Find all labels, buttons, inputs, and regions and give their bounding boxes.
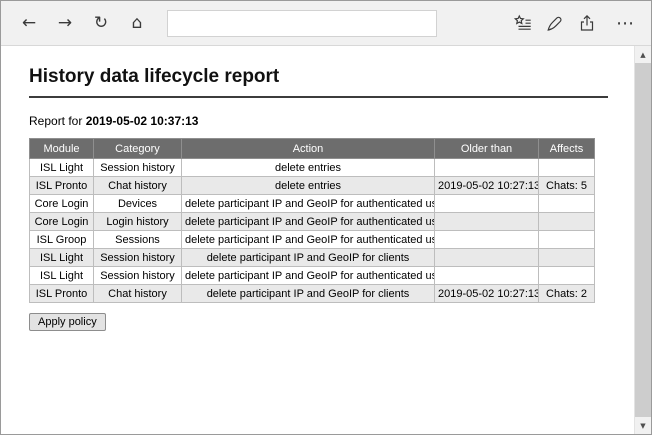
scrollbar-thumb[interactable]: [635, 63, 651, 417]
table-row: Core LoginDevicesdelete participant IP a…: [30, 195, 595, 213]
home-icon[interactable]: ⌂: [119, 7, 155, 39]
table-cell: 2019-05-02 10:27:13: [435, 177, 539, 195]
scroll-up-arrow-icon[interactable]: ▲: [635, 46, 651, 63]
table-cell: Chat history: [94, 285, 182, 303]
forward-button[interactable]: →: [47, 7, 83, 39]
table-cell: Session history: [94, 249, 182, 267]
table-row: ISL LightSession historydelete participa…: [30, 249, 595, 267]
table-cell: Core Login: [30, 213, 94, 231]
table-cell: [435, 249, 539, 267]
back-button[interactable]: ←: [11, 7, 47, 39]
table-row: ISL LightSession historydelete participa…: [30, 267, 595, 285]
table-row: Core LoginLogin historydelete participan…: [30, 213, 595, 231]
table-cell: delete participant IP and GeoIP for auth…: [182, 231, 435, 249]
report-timestamp-line: Report for 2019-05-02 10:37:13: [29, 114, 620, 128]
table-cell: delete participant IP and GeoIP for auth…: [182, 195, 435, 213]
table-cell: Chats: 2: [539, 285, 595, 303]
table-cell: Sessions: [94, 231, 182, 249]
table-cell: ISL Pronto: [30, 177, 94, 195]
browser-toolbar: ← → ↻ ⌂ ⋯: [1, 1, 651, 46]
url-input[interactable]: [168, 15, 436, 31]
table-cell: Devices: [94, 195, 182, 213]
table-cell: Core Login: [30, 195, 94, 213]
table-cell: Session history: [94, 159, 182, 177]
table-cell: delete participant IP and GeoIP for clie…: [182, 285, 435, 303]
column-header: Affects: [539, 139, 595, 159]
table-cell: [435, 159, 539, 177]
column-header: Action: [182, 139, 435, 159]
table-row: ISL LightSession historydelete entries: [30, 159, 595, 177]
table-body: ISL LightSession historydelete entriesIS…: [30, 159, 595, 303]
address-bar: [167, 10, 437, 37]
column-header: Older than: [435, 139, 539, 159]
table-cell: [435, 213, 539, 231]
table-cell: delete participant IP and GeoIP for auth…: [182, 213, 435, 231]
report-for-label: Report for: [29, 114, 82, 128]
report-date: 2019-05-02 10:37:13: [86, 114, 199, 128]
column-header: Module: [30, 139, 94, 159]
table-row: ISL GroopSessionsdelete participant IP a…: [30, 231, 595, 249]
table-cell: ISL Light: [30, 267, 94, 285]
apply-policy-button[interactable]: Apply policy: [29, 313, 106, 331]
table-cell: delete participant IP and GeoIP for auth…: [182, 267, 435, 285]
table-cell: delete participant IP and GeoIP for clie…: [182, 249, 435, 267]
table-cell: Login history: [94, 213, 182, 231]
browser-window: ← → ↻ ⌂ ⋯ H: [0, 0, 652, 435]
table-row: ISL ProntoChat historydelete participant…: [30, 285, 595, 303]
table-cell: ISL Pronto: [30, 285, 94, 303]
more-options-icon[interactable]: ⋯: [609, 7, 641, 39]
table-cell: delete entries: [182, 177, 435, 195]
web-note-pen-icon[interactable]: [539, 7, 571, 39]
table-cell: [539, 195, 595, 213]
table-cell: [539, 159, 595, 177]
column-header: Category: [94, 139, 182, 159]
refresh-icon[interactable]: ↻: [83, 7, 119, 39]
table-cell: [435, 267, 539, 285]
table-cell: 2019-05-02 10:27:13: [435, 285, 539, 303]
table-cell: Session history: [94, 267, 182, 285]
table-cell: [435, 195, 539, 213]
table-cell: [539, 231, 595, 249]
table-cell: Chat history: [94, 177, 182, 195]
table-cell: ISL Light: [30, 159, 94, 177]
table-cell: [539, 213, 595, 231]
table-cell: delete entries: [182, 159, 435, 177]
table-cell: [539, 249, 595, 267]
lifecycle-report-table: ModuleCategoryActionOlder thanAffects IS…: [29, 138, 595, 303]
page-title: History data lifecycle report: [29, 66, 608, 98]
favorites-hub-icon[interactable]: [507, 7, 539, 39]
scroll-down-arrow-icon[interactable]: ▼: [635, 417, 651, 434]
table-header-row: ModuleCategoryActionOlder thanAffects: [30, 139, 595, 159]
table-cell: ISL Light: [30, 249, 94, 267]
browser-viewport: History data lifecycle report Report for…: [1, 46, 651, 434]
table-cell: [435, 231, 539, 249]
table-cell: ISL Groop: [30, 231, 94, 249]
share-icon[interactable]: [571, 7, 603, 39]
table-cell: Chats: 5: [539, 177, 595, 195]
report-page: History data lifecycle report Report for…: [1, 46, 634, 434]
table-row: ISL ProntoChat historydelete entries2019…: [30, 177, 595, 195]
vertical-scrollbar[interactable]: ▲ ▼: [634, 46, 651, 434]
table-cell: [539, 267, 595, 285]
